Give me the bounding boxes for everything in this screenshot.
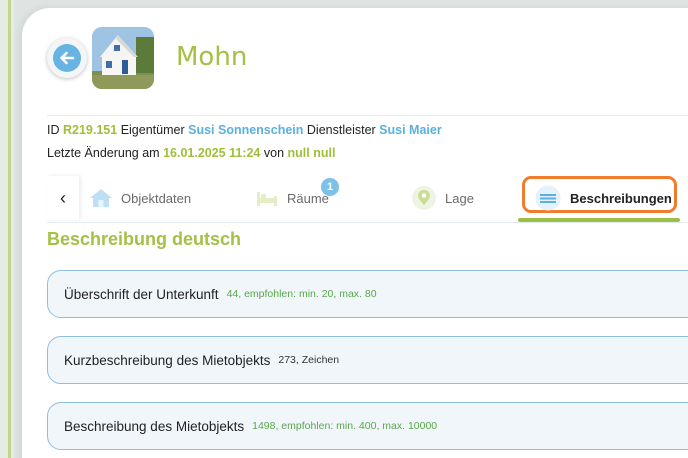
id-label: ID	[47, 123, 60, 137]
tab-label: Lage	[445, 190, 474, 206]
tab-lage[interactable]: Lage	[411, 176, 474, 220]
row-char-info: 1498, empfohlen: min. 400, max. 10000	[252, 420, 438, 432]
tab-objektdaten[interactable]: Objektdaten	[89, 176, 191, 220]
meta-line-changed: Letzte Änderung am 16.01.2025 11:24 von …	[47, 146, 335, 160]
tab-beschreibungen[interactable]: Beschreibungen	[534, 176, 672, 220]
meta-line-ids: ID R219.151 Eigentümer Susi Sonnenschein…	[47, 123, 442, 137]
changed-by-value: null null	[287, 146, 336, 160]
description-row-full[interactable]: Beschreibung des Mietobjekts 1498, empfo…	[47, 402, 688, 450]
divider	[47, 115, 688, 116]
tab-bar: ‹ Objektdaten Räume 1 Lage Beschreibunge…	[47, 176, 688, 222]
by-label: von	[263, 146, 285, 160]
owner-link[interactable]: Susi Sonnenschein	[188, 123, 303, 137]
tab-label: Beschreibungen	[570, 190, 672, 206]
description-row-short[interactable]: Kurzbeschreibung des Mietobjekts 273, Ze…	[47, 336, 688, 384]
row-label: Überschrift der Unterkunft	[64, 286, 219, 302]
house-icon	[89, 187, 113, 209]
id-value: R219.151	[62, 123, 118, 137]
divider	[47, 222, 688, 223]
page-title: Mohn	[176, 42, 248, 72]
tab-label: Objektdaten	[121, 190, 192, 206]
row-char-info: 44, empfohlen: min. 20, max. 80	[226, 288, 377, 300]
row-label: Kurzbeschreibung des Mietobjekts	[64, 352, 271, 368]
bed-icon	[255, 187, 279, 209]
map-pin-icon	[411, 185, 437, 211]
provider-label: Dienstleister	[306, 123, 376, 137]
owner-label: Eigentümer	[120, 123, 185, 137]
tabs-scroll-left-button[interactable]: ‹	[47, 176, 79, 220]
changed-value: 16.01.2025 11:24	[163, 146, 261, 160]
tab-raeume[interactable]: Räume	[255, 176, 329, 220]
left-background-strip	[0, 0, 14, 458]
lines-icon	[534, 185, 562, 211]
arrow-left-icon	[53, 44, 81, 72]
row-char-info: 273, Zeichen	[278, 354, 340, 366]
back-button[interactable]	[47, 38, 87, 78]
description-row-headline[interactable]: Überschrift der Unterkunft 44, empfohlen…	[47, 270, 688, 318]
property-thumbnail	[92, 27, 154, 89]
provider-link[interactable]: Susi Maier	[379, 123, 442, 137]
rooms-count-badge: 1	[321, 178, 339, 196]
changed-label: Letzte Änderung am	[47, 146, 160, 160]
section-title: Beschreibung deutsch	[47, 229, 242, 249]
row-label: Beschreibung des Mietobjekts	[64, 418, 245, 434]
